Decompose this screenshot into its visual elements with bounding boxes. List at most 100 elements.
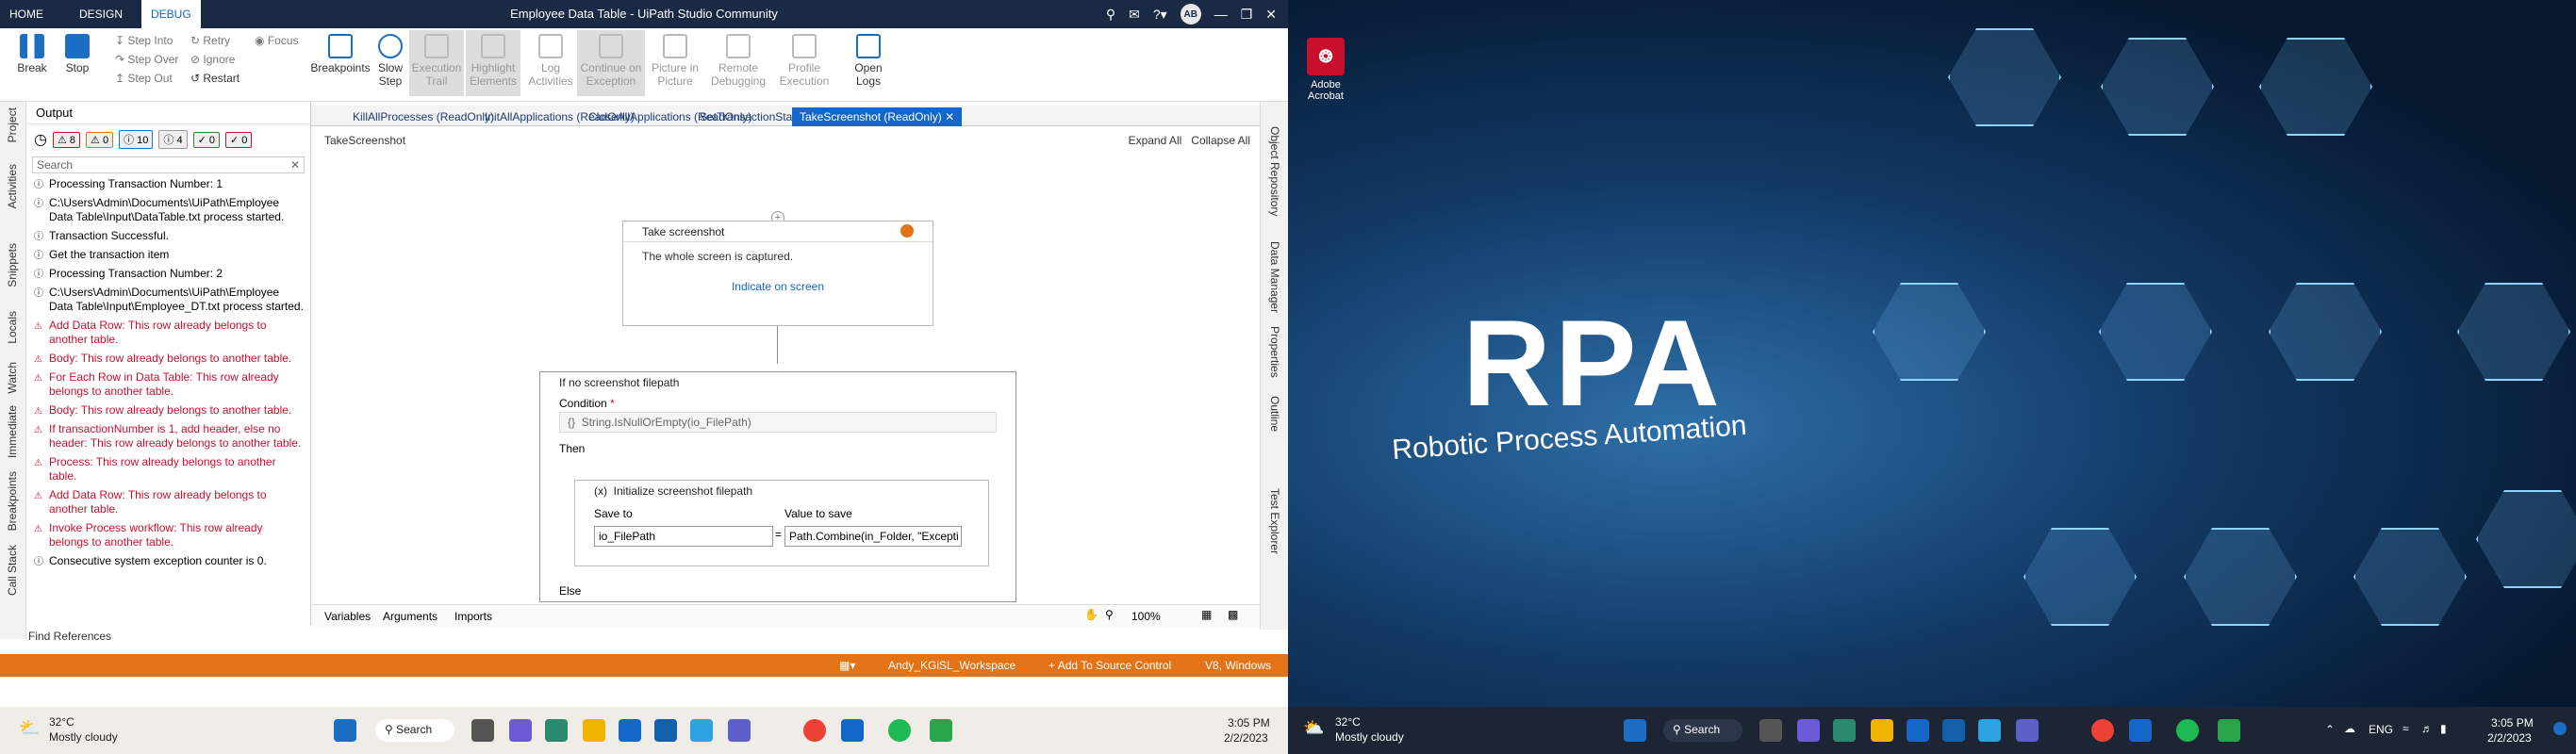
ignore-button[interactable]: ⊘ Ignore — [190, 49, 235, 70]
side-tab-watch[interactable]: Watch — [6, 362, 19, 394]
side-tab-call-stack[interactable]: Call Stack — [6, 545, 19, 596]
teams-icon[interactable] — [728, 719, 751, 742]
side-tab-test-explorer[interactable]: Test Explorer — [1268, 488, 1281, 554]
side-tab-snippets[interactable]: Snippets — [6, 243, 19, 287]
variables-tab[interactable]: Variables — [324, 610, 371, 623]
output-search-input[interactable]: Search ✕ — [32, 156, 305, 173]
if-activity[interactable]: If no screenshot filepath Condition * {}… — [539, 371, 1016, 602]
arguments-tab[interactable]: Arguments — [383, 610, 438, 623]
overview-icon[interactable]: ▩ — [1228, 608, 1238, 621]
filter-warnings[interactable]: ⚠ 0 — [86, 131, 114, 148]
filter-success[interactable]: ✓ 0 — [192, 131, 220, 148]
side-tab-object-repository[interactable]: Object Repository — [1268, 126, 1281, 216]
uipath-assistant-icon[interactable] — [930, 719, 952, 742]
log-entry[interactable]: ⚠ Body: This row already belongs to anoth… — [32, 350, 305, 369]
log-entry[interactable]: ⓘ C:\Users\Admin\Documents\UiPath\Employe… — [32, 194, 305, 227]
browser-icon[interactable] — [1833, 719, 1856, 742]
log-entry[interactable]: ⓘ Processing Transaction Number: 2 — [32, 265, 305, 284]
value-to-save-input[interactable]: Path.Combine(in_Folder, "Excepti — [784, 526, 962, 547]
clock-date[interactable]: 2/2/2023 — [1224, 731, 1268, 745]
zoom-select[interactable]: 100% — [1131, 610, 1188, 623]
uipath-assistant-icon[interactable] — [2218, 719, 2240, 742]
mail-icon[interactable] — [619, 719, 641, 742]
break-button[interactable]: Break — [15, 34, 49, 74]
search-icon[interactable]: ⚲ — [1106, 7, 1115, 23]
zoom-icon[interactable]: ⚲ — [1105, 608, 1114, 621]
step-into-button[interactable]: ↧ Step Into — [115, 30, 173, 51]
log-entry[interactable]: ⚠ Body: This row already belongs to anoth… — [32, 402, 305, 420]
windows-start-icon[interactable] — [334, 719, 356, 742]
side-tab-project[interactable]: Project — [6, 107, 19, 142]
side-tab-immediate[interactable]: Immediate — [6, 405, 19, 458]
execution-trail-button[interactable]: Execution Trail — [409, 30, 464, 96]
retry-button[interactable]: ↻ Retry — [190, 30, 230, 51]
restart-button[interactable]: ↺ Restart — [190, 68, 239, 89]
find-references-tab[interactable]: Find References — [28, 630, 111, 643]
log-entry[interactable]: ⚠ Add Data Row: This row already belongs … — [32, 486, 305, 519]
workspace-dropdown[interactable]: Andy_KGiSL_Workspace — [888, 659, 1016, 672]
doc-tab-active[interactable]: TakeScreenshot (ReadOnly) ✕ — [792, 107, 963, 126]
tab-debug[interactable]: DEBUG — [141, 0, 201, 28]
minimize-icon[interactable]: — — [1214, 7, 1228, 22]
file-explorer-icon[interactable] — [1871, 719, 1893, 742]
side-tab-activities[interactable]: Activities — [6, 164, 19, 208]
filter-trace[interactable]: ⓘ 4 — [158, 130, 188, 149]
teams-icon[interactable] — [2016, 719, 2039, 742]
open-logs-button[interactable]: Open Logs — [845, 34, 892, 88]
chrome-icon[interactable] — [2091, 719, 2114, 742]
wifi-icon[interactable]: ≈ — [2403, 722, 2409, 735]
close-tab-icon[interactable]: ✕ — [945, 110, 954, 123]
log-entry[interactable]: ⚠ For Each Row in Data Table: This row al… — [32, 369, 305, 402]
fit-icon[interactable]: ▦ — [1201, 608, 1212, 621]
step-out-button[interactable]: ↥ Step Out — [115, 68, 173, 89]
onedrive-icon[interactable]: ☁ — [2344, 722, 2355, 735]
status-icons[interactable]: ▦▾ — [839, 659, 855, 672]
take-screenshot-activity[interactable]: Take screenshot The whole screen is capt… — [622, 221, 933, 326]
log-entry[interactable]: ⓘ C:\Users\Admin\Documents\UiPath\Employe… — [32, 284, 305, 317]
store-icon[interactable] — [1942, 719, 1965, 742]
slow-step-button[interactable]: Slow Step — [373, 34, 407, 88]
indicate-on-screen-link[interactable]: Indicate on screen — [623, 280, 933, 293]
weather-temp[interactable]: 32°C — [49, 715, 74, 729]
clock-time[interactable]: 3:05 PM — [1228, 716, 1270, 729]
edge-icon[interactable] — [1978, 719, 2001, 742]
collapse-all-link[interactable]: Collapse All — [1191, 134, 1250, 147]
uipath-studio-icon[interactable] — [2129, 719, 2152, 742]
taskbar-search[interactable]: ⚲ Search — [375, 719, 454, 742]
step-over-button[interactable]: ↷ Step Over — [115, 49, 178, 70]
windows-start-icon[interactable] — [1624, 719, 1646, 742]
task-view-icon[interactable] — [1759, 719, 1782, 742]
spotify-icon[interactable] — [2176, 719, 2199, 742]
task-view-icon[interactable] — [471, 719, 494, 742]
mail-icon[interactable] — [1907, 719, 1929, 742]
volume-icon[interactable]: ♬ — [2421, 722, 2433, 735]
highlight-elements-button[interactable]: Highlight Elements — [466, 30, 520, 96]
side-tab-outline[interactable]: Outline — [1268, 396, 1281, 432]
log-entry[interactable]: ⚠ If transactionNumber is 1, add header, … — [32, 420, 305, 453]
feedback-icon[interactable]: ✉ — [1129, 7, 1140, 23]
imports-tab[interactable]: Imports — [454, 610, 492, 623]
assign-activity[interactable]: (x) Initialize screenshot filepath Save … — [574, 480, 989, 566]
clear-icon[interactable]: ✕ — [290, 157, 300, 172]
teams-chat-icon[interactable] — [1797, 719, 1820, 742]
filter-fatal[interactable]: ✓ 0 — [224, 131, 253, 148]
avatar[interactable]: AB — [1180, 4, 1201, 25]
adobe-acrobat-shortcut[interactable]: ❂ Adobe Acrobat — [1297, 38, 1354, 102]
clock-time[interactable]: 3:05 PM — [2491, 716, 2534, 729]
expand-all-link[interactable]: Expand All — [1129, 134, 1182, 147]
clock-icon[interactable]: ◷ — [34, 130, 47, 149]
condition-input[interactable]: {} String.IsNullOrEmpty(io_FilePath) — [559, 412, 997, 433]
store-icon[interactable] — [654, 719, 677, 742]
log-entry[interactable]: ⚠ Process: This row already belongs to an… — [32, 453, 305, 486]
log-entry[interactable]: ⓘ Get the transaction item — [32, 246, 305, 265]
log-entry[interactable]: ⚠ Invoke Process workflow: This row alrea… — [32, 519, 305, 552]
restore-icon[interactable]: ❐ — [1241, 7, 1253, 23]
source-control-button[interactable]: + Add To Source Control — [1049, 659, 1171, 672]
browser-icon[interactable] — [545, 719, 568, 742]
focus-button[interactable]: ◉ Focus — [255, 30, 299, 51]
edge-icon[interactable] — [690, 719, 713, 742]
help-icon[interactable]: ?▾ — [1153, 7, 1167, 23]
filter-info[interactable]: ⓘ 10 — [119, 130, 154, 149]
weather-desc[interactable]: Mostly cloudy — [1335, 730, 1404, 744]
remote-debugging-button[interactable]: Remote Debugging — [705, 34, 771, 88]
